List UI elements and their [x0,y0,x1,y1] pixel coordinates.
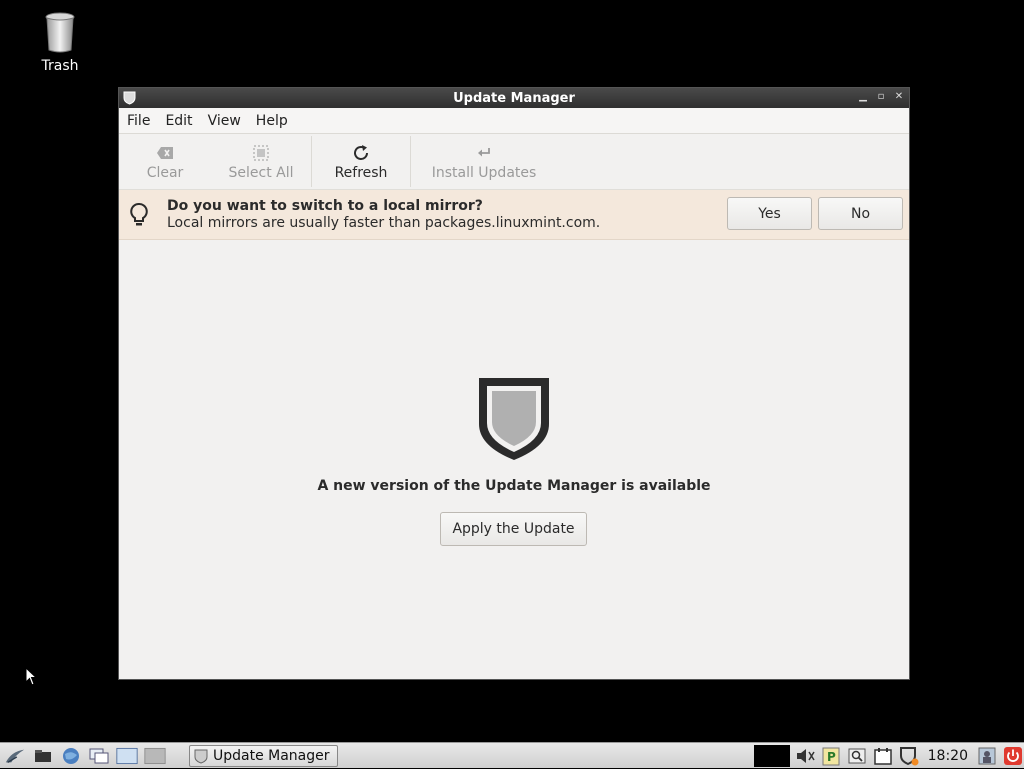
tray-monitor [754,745,790,767]
desktop-pager-2-icon[interactable] [144,746,166,766]
menu-view[interactable]: View [202,113,247,129]
shield-icon [477,376,551,462]
mirror-infobar: Do you want to switch to a local mirror?… [119,190,909,240]
clipboard-icon[interactable]: P [820,746,842,766]
user-icon[interactable] [976,746,998,766]
power-icon[interactable] [1002,746,1024,766]
refresh-button[interactable]: Refresh [312,134,410,189]
yes-button[interactable]: Yes [727,197,812,230]
windows-icon[interactable] [88,746,110,766]
infobar-question: Do you want to switch to a local mirror? [167,198,600,215]
menubar: File Edit View Help [119,108,909,134]
clear-button[interactable]: Clear [119,134,211,189]
task-label: Update Manager [213,748,330,764]
infobar-detail: Local mirrors are usually faster than pa… [167,215,600,232]
minimize-button[interactable]: ▁ [857,90,869,104]
install-updates-label: Install Updates [432,165,537,181]
install-updates-button[interactable]: Install Updates [411,134,557,189]
svg-text:P: P [827,750,836,764]
volume-icon[interactable] [794,746,816,766]
close-button[interactable]: ✕ [893,90,905,104]
search-icon[interactable] [846,746,868,766]
file-manager-icon[interactable] [32,746,54,766]
desktop-trash[interactable]: Trash [30,12,90,74]
browser-icon[interactable] [60,746,82,766]
clear-icon [156,143,174,163]
start-menu-icon[interactable] [4,746,26,766]
select-all-label: Select All [229,165,294,181]
shield-icon [123,91,136,109]
menu-edit[interactable]: Edit [159,113,198,129]
apply-update-button[interactable]: Apply the Update [440,512,587,546]
taskbar: Update Manager P 18:20 [0,742,1024,768]
select-all-button[interactable]: Select All [211,134,311,189]
mouse-cursor-icon [25,667,37,687]
trash-label: Trash [42,58,79,74]
refresh-label: Refresh [335,165,388,181]
calendar-icon[interactable] [872,746,894,766]
taskbar-update-manager[interactable]: Update Manager [189,745,338,767]
update-available-heading: A new version of the Update Manager is a… [119,478,909,494]
select-all-icon [253,143,269,163]
window-titlebar[interactable]: Update Manager ▁ ▫ ✕ [119,88,909,108]
trash-icon [44,12,76,54]
shield-icon [194,749,208,764]
desktop-pager-icon[interactable] [116,746,138,766]
update-shield-icon[interactable] [898,746,920,766]
main-content: A new version of the Update Manager is a… [119,240,909,680]
system-tray: P 18:20 [754,743,1024,769]
no-button[interactable]: No [818,197,903,230]
toolbar: Clear Select All Refresh Install Updates [119,134,909,190]
update-manager-window: Update Manager ▁ ▫ ✕ File Edit View Help… [118,87,910,680]
window-title: Update Manager [453,91,575,106]
menu-help[interactable]: Help [250,113,294,129]
clock[interactable]: 18:20 [928,748,968,764]
maximize-button[interactable]: ▫ [875,90,887,104]
menu-file[interactable]: File [121,113,156,129]
install-icon [477,143,491,163]
clear-label: Clear [147,165,184,181]
refresh-icon [352,143,370,163]
bulb-icon [129,202,151,228]
